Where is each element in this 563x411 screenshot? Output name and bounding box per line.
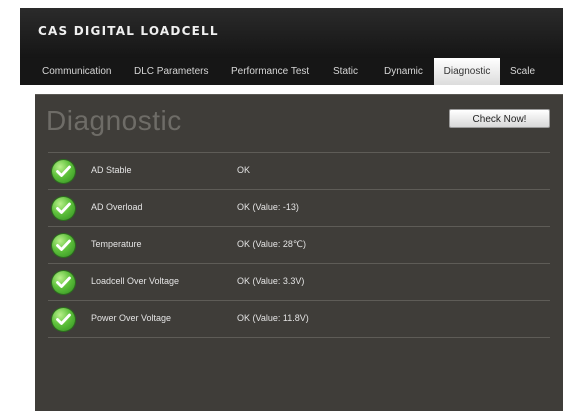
diagnostic-row-ad-overload: AD Overload OK (Value: -13) <box>48 189 550 226</box>
tab-static[interactable]: Static <box>333 58 358 85</box>
diagnostic-row-temperature: Temperature OK (Value: 28℃) <box>48 226 550 263</box>
diagnostic-row-loadcell-over-voltage: Loadcell Over Voltage OK (Value: 3.3V) <box>48 263 550 300</box>
diagnostic-status: OK <box>237 165 251 175</box>
tab-dlc-parameters[interactable]: DLC Parameters <box>134 58 208 85</box>
diagnostic-status: OK (Value: 3.3V) <box>237 276 305 286</box>
diagnostic-label: Temperature <box>91 239 142 249</box>
diagnostic-label: AD Overload <box>91 202 143 212</box>
check-circle-icon <box>52 234 75 257</box>
check-circle-icon <box>52 160 75 183</box>
check-now-button[interactable]: Check Now! <box>449 109 550 128</box>
diagnostic-label: Loadcell Over Voltage <box>91 276 180 286</box>
diagnostic-list: AD Stable OK AD Overload OK (Value: -13)… <box>48 152 550 338</box>
diagnostic-row-ad-stable: AD Stable OK <box>48 152 550 189</box>
tab-scale[interactable]: Scale <box>510 58 535 85</box>
header-spacer <box>20 85 563 94</box>
diagnostic-status: OK (Value: 28℃) <box>237 239 306 249</box>
tab-dynamic[interactable]: Dynamic <box>384 58 423 85</box>
tab-communication[interactable]: Communication <box>42 58 111 85</box>
page-title: Diagnostic <box>46 105 182 136</box>
nav-tabs: Communication DLC Parameters Performance… <box>20 58 563 85</box>
diagnostic-row-power-over-voltage: Power Over Voltage OK (Value: 11.8V) <box>48 300 550 338</box>
diagnostic-label: AD Stable <box>91 165 132 175</box>
app-header: CAS DIGITAL LOADCELL <box>20 8 563 58</box>
diagnostic-label: Power Over Voltage <box>91 313 172 323</box>
diagnostic-status: OK (Value: -13) <box>237 202 299 212</box>
check-circle-icon <box>52 271 75 294</box>
diagnostic-status: OK (Value: 11.8V) <box>237 313 309 323</box>
diagnostic-panel: Diagnostic Check Now! AD Stable OK AD Ov… <box>35 94 563 411</box>
check-circle-icon <box>52 197 75 220</box>
tab-performance-test[interactable]: Performance Test <box>231 58 309 85</box>
app-logo: CAS DIGITAL LOADCELL <box>38 24 219 38</box>
check-circle-icon <box>52 308 75 331</box>
tab-diagnostic[interactable]: Diagnostic <box>434 58 500 85</box>
